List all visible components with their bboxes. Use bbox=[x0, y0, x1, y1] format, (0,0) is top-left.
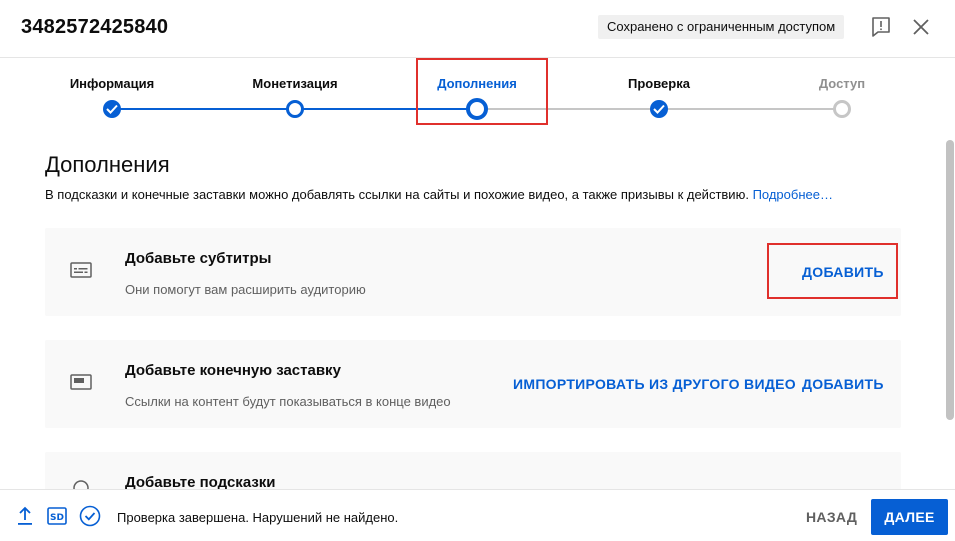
end-screen-card-subtitle: Ссылки на контент будут показываться в к… bbox=[125, 394, 451, 409]
dialog-footer: SD Проверка завершена. Нарушений не найд… bbox=[0, 489, 955, 541]
add-end-screen-button[interactable]: ДОБАВИТЬ bbox=[802, 376, 884, 392]
subtitles-icon bbox=[70, 262, 92, 278]
end-screen-card: Добавьте конечную заставку Ссылки на кон… bbox=[45, 340, 901, 428]
cards-card: Добавьте подсказки bbox=[45, 452, 901, 489]
subtitles-card-subtitle: Они помогут вам расширить аудиторию bbox=[125, 282, 366, 297]
step-dot-info[interactable] bbox=[103, 100, 121, 118]
dialog-header: 3482572425840 Сохранено с ограниченным д… bbox=[0, 0, 955, 58]
step-dot-visibility[interactable] bbox=[833, 100, 851, 118]
import-end-screen-button[interactable]: ИМПОРТИРОВАТЬ ИЗ ДРУГОГО ВИДЕО bbox=[513, 376, 796, 392]
step-dot-monetization[interactable] bbox=[286, 100, 304, 118]
page-title: Дополнения bbox=[45, 152, 170, 177]
extras-content: Дополнения В подсказки и конечные застав… bbox=[0, 138, 945, 489]
check-circle-icon[interactable] bbox=[79, 505, 101, 527]
feedback-icon[interactable] bbox=[870, 16, 892, 38]
content-scrollbar[interactable] bbox=[946, 140, 954, 420]
next-button[interactable]: ДАЛЕЕ bbox=[871, 499, 948, 535]
sd-icon[interactable]: SD bbox=[47, 507, 67, 525]
video-id-title: 3482572425840 bbox=[21, 16, 169, 38]
description-text: В подсказки и конечные заставки можно до… bbox=[45, 187, 749, 202]
upload-stepper: Информация Монетизация Дополнения Провер… bbox=[0, 58, 955, 138]
checkmark-icon bbox=[106, 104, 118, 114]
saved-status-badge: Сохранено с ограниченным доступом bbox=[598, 15, 845, 39]
cards-icon bbox=[73, 480, 89, 489]
subtitles-card-title: Добавьте субтитры bbox=[125, 250, 272, 267]
step-dot-checks[interactable] bbox=[650, 100, 668, 118]
step-label-info[interactable]: Информация bbox=[42, 76, 182, 91]
step-label-visibility[interactable]: Доступ bbox=[772, 76, 912, 91]
learn-more-link[interactable]: Подробнее… bbox=[753, 187, 833, 202]
back-button[interactable]: НАЗАД bbox=[806, 509, 857, 525]
add-subtitles-button[interactable]: ДОБАВИТЬ bbox=[802, 264, 884, 280]
section-description: В подсказки и конечные заставки можно до… bbox=[45, 187, 833, 202]
upload-icon[interactable] bbox=[16, 506, 34, 526]
checkmark-icon bbox=[653, 104, 665, 114]
subtitles-card: Добавьте субтитры Они помогут вам расшир… bbox=[45, 228, 901, 316]
close-icon[interactable] bbox=[910, 16, 932, 38]
end-screen-icon bbox=[70, 374, 92, 390]
end-screen-card-title: Добавьте конечную заставку bbox=[125, 362, 341, 379]
step-label-monetization[interactable]: Монетизация bbox=[225, 76, 365, 91]
step-dot-extras[interactable] bbox=[466, 98, 488, 120]
step-label-extras[interactable]: Дополнения bbox=[407, 76, 547, 91]
cards-card-title: Добавьте подсказки bbox=[125, 474, 276, 489]
step-label-checks[interactable]: Проверка bbox=[589, 76, 729, 91]
checks-status-text: Проверка завершена. Нарушений не найдено… bbox=[117, 510, 399, 525]
svg-text:SD: SD bbox=[50, 513, 64, 523]
